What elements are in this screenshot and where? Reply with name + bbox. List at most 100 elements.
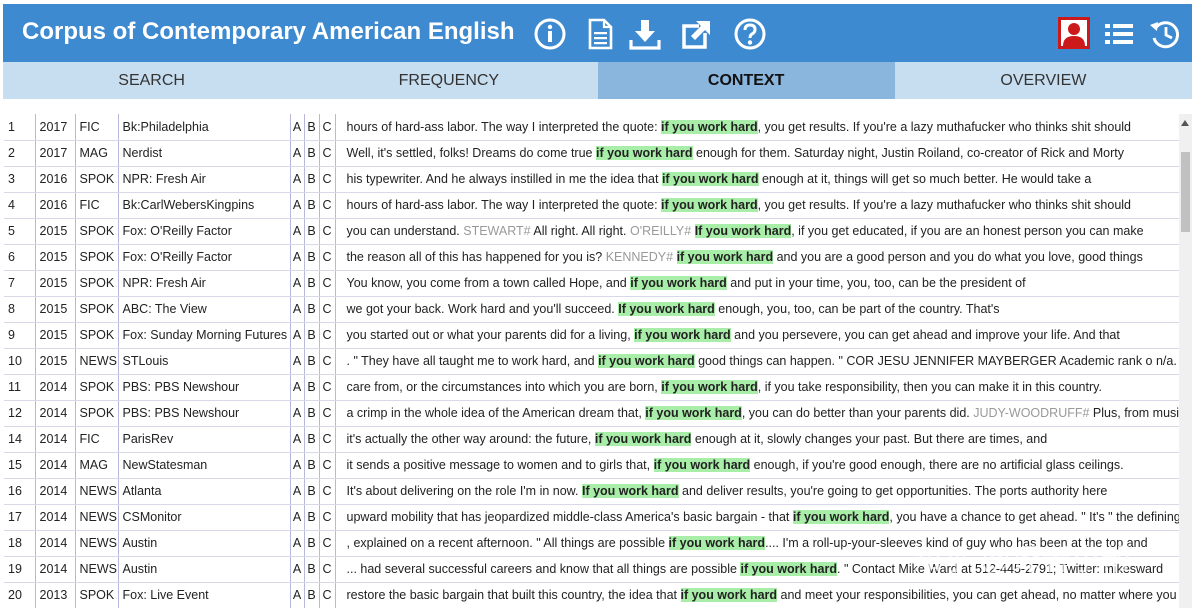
row-source-link[interactable]: PBS: PBS Newshour <box>118 374 291 401</box>
keyword-match[interactable]: if you work hard <box>645 406 742 420</box>
keyword-match[interactable]: If you work hard <box>581 484 679 498</box>
row-a-link[interactable]: A <box>290 504 305 531</box>
row-a-link[interactable]: A <box>290 556 305 583</box>
row-c-link[interactable]: C <box>319 582 336 608</box>
keyword-match[interactable]: if you work hard <box>661 380 758 394</box>
row-source-link[interactable]: Fox: O'Reilly Factor <box>118 244 291 271</box>
row-a-link[interactable]: A <box>290 166 305 193</box>
row-source-link[interactable]: NPR: Fresh Air <box>118 270 291 297</box>
keyword-match[interactable]: if you work hard <box>653 458 751 472</box>
row-source-link[interactable]: STLouis <box>118 348 291 375</box>
row-b-link[interactable]: B <box>304 504 320 531</box>
row-b-link[interactable]: B <box>304 322 320 349</box>
row-c-link[interactable]: C <box>319 218 336 245</box>
row-c-link[interactable]: C <box>319 140 336 167</box>
row-a-link[interactable]: A <box>290 452 305 479</box>
row-source-link[interactable]: Fox: Live Event <box>118 582 291 608</box>
row-c-link[interactable]: C <box>319 296 336 323</box>
tab-search[interactable]: SEARCH <box>3 62 300 99</box>
row-a-link[interactable]: A <box>290 244 305 271</box>
row-c-link[interactable]: C <box>319 244 336 271</box>
row-b-link[interactable]: B <box>304 166 320 193</box>
keyword-match[interactable]: if you work hard <box>676 250 774 264</box>
row-source-link[interactable]: CSMonitor <box>118 504 291 531</box>
row-source-link[interactable]: Atlanta <box>118 478 291 505</box>
row-c-link[interactable]: C <box>319 478 336 505</box>
row-a-link[interactable]: A <box>290 192 305 219</box>
row-b-link[interactable]: B <box>304 218 320 245</box>
download-icon[interactable] <box>628 17 662 51</box>
row-source-link[interactable]: Fox: O'Reilly Factor <box>118 218 291 245</box>
row-b-link[interactable]: B <box>304 348 320 375</box>
row-source-link[interactable]: PBS: PBS Newshour <box>118 400 291 427</box>
keyword-match[interactable]: if you work hard <box>661 172 759 186</box>
keyword-match[interactable]: if you work hard <box>595 146 693 160</box>
row-b-link[interactable]: B <box>304 400 320 427</box>
info-icon[interactable] <box>533 17 567 51</box>
row-source-link[interactable]: Bk:CarlWebersKingpins <box>118 192 291 219</box>
keyword-match[interactable]: if you work hard <box>634 328 731 342</box>
row-a-link[interactable]: A <box>290 218 305 245</box>
keyword-match[interactable]: if you work hard <box>680 588 778 602</box>
row-c-link[interactable]: C <box>319 192 336 219</box>
row-c-link[interactable]: C <box>319 530 336 557</box>
row-source-link[interactable]: NewStatesman <box>118 452 291 479</box>
help-icon[interactable] <box>733 17 767 51</box>
row-b-link[interactable]: B <box>304 192 320 219</box>
external-link-icon[interactable] <box>679 17 713 51</box>
history-icon[interactable] <box>1148 17 1182 51</box>
row-source-link[interactable]: Nerdist <box>118 140 291 167</box>
keyword-match[interactable]: if you work hard <box>661 119 758 134</box>
row-b-link[interactable]: B <box>304 140 320 167</box>
row-source-link[interactable]: NPR: Fresh Air <box>118 166 291 193</box>
row-source-link[interactable]: Austin <box>118 556 291 583</box>
row-c-link[interactable]: C <box>319 452 336 479</box>
row-c-link[interactable]: C <box>319 166 336 193</box>
row-source-link[interactable]: Fox: Sunday Morning Futures <box>118 322 291 349</box>
row-a-link[interactable]: A <box>290 582 305 608</box>
row-c-link[interactable]: C <box>319 556 336 583</box>
row-source-link[interactable]: ABC: The View <box>118 296 291 323</box>
row-b-link[interactable]: B <box>304 426 320 453</box>
row-c-link[interactable]: C <box>319 400 336 427</box>
row-source-link[interactable]: Austin <box>118 530 291 557</box>
row-b-link[interactable]: B <box>304 296 320 323</box>
row-c-link[interactable]: C <box>319 322 336 349</box>
row-a-link[interactable]: A <box>290 530 305 557</box>
keyword-match[interactable]: if you work hard <box>594 432 692 446</box>
row-b-link[interactable]: B <box>304 374 320 401</box>
row-b-link[interactable]: B <box>304 530 320 557</box>
vertical-scrollbar[interactable] <box>1179 114 1192 608</box>
tab-context[interactable]: CONTEXT <box>597 62 895 99</box>
row-a-link[interactable]: A <box>290 296 305 323</box>
row-source-link[interactable]: ParisRev <box>118 426 291 453</box>
keyword-match[interactable]: if you work hard <box>598 354 695 368</box>
row-c-link[interactable]: C <box>319 270 336 297</box>
row-b-link[interactable]: B <box>304 556 320 583</box>
row-a-link[interactable]: A <box>290 114 305 141</box>
keyword-match[interactable]: if you work hard <box>792 510 890 524</box>
row-c-link[interactable]: C <box>319 114 336 141</box>
row-source-link[interactable]: Bk:Philadelphia <box>118 114 291 141</box>
row-b-link[interactable]: B <box>304 270 320 297</box>
document-icon[interactable] <box>583 17 617 51</box>
row-b-link[interactable]: B <box>304 452 320 479</box>
row-c-link[interactable]: C <box>319 374 336 401</box>
tab-overview[interactable]: OVERVIEW <box>895 62 1192 99</box>
keyword-match[interactable]: if you work hard <box>630 276 727 290</box>
row-a-link[interactable]: A <box>290 478 305 505</box>
row-a-link[interactable]: A <box>290 400 305 427</box>
row-b-link[interactable]: B <box>304 478 320 505</box>
row-c-link[interactable]: C <box>319 348 336 375</box>
tab-frequency[interactable]: FREQUENCY <box>300 62 597 99</box>
row-b-link[interactable]: B <box>304 244 320 271</box>
list-icon[interactable] <box>1102 17 1136 51</box>
row-b-link[interactable]: B <box>304 582 320 608</box>
row-b-link[interactable]: B <box>304 114 320 141</box>
scroll-thumb[interactable] <box>1181 152 1190 232</box>
row-a-link[interactable]: A <box>290 322 305 349</box>
row-c-link[interactable]: C <box>319 504 336 531</box>
user-icon[interactable] <box>1057 16 1091 50</box>
keyword-match[interactable]: if you work hard <box>740 562 838 576</box>
row-a-link[interactable]: A <box>290 348 305 375</box>
